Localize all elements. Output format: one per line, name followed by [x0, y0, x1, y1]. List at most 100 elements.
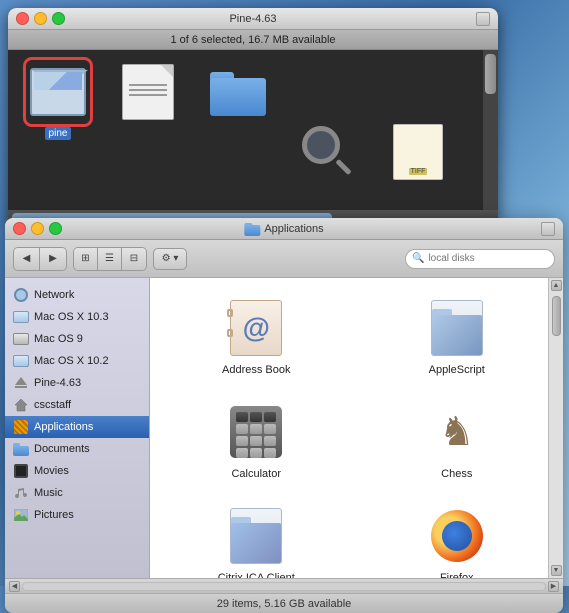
apps-folder-icon [13, 419, 29, 435]
pine-email-label: pine [45, 127, 72, 140]
tiff-badge: TIFF [409, 168, 428, 175]
finder-minimize-button[interactable] [31, 222, 44, 235]
app-grid: @ Address Book AppleScript [150, 278, 563, 578]
book-ring-1 [227, 309, 233, 317]
pine-tiff-icon-wrapper: TIFF [386, 120, 450, 184]
pine-search-icon-wrapper [296, 120, 360, 184]
pine-content-area: pine [8, 50, 498, 210]
list-view-button[interactable]: ☰ [98, 248, 122, 270]
citrix-icon-area [224, 504, 288, 568]
sidebar-item-macos9[interactable]: Mac OS 9 [5, 328, 149, 350]
ascript-folder-body [432, 315, 482, 355]
pine-collapse-icon[interactable] [476, 12, 490, 26]
pine-item-email[interactable]: pine [18, 60, 98, 140]
sidebar-item-cscstaff[interactable]: cscstaff [5, 394, 149, 416]
scroll-left-arrow[interactable]: ◀ [9, 581, 20, 592]
applescript-label: AppleScript [429, 364, 485, 376]
firefox-icon-area [425, 504, 489, 568]
back-button[interactable]: ◀ [14, 248, 40, 270]
magnify-icon [302, 126, 354, 178]
citrix-label: Citrix ICA Client [218, 572, 295, 578]
home-icon [13, 397, 29, 413]
sidebar-item-network[interactable]: Network [5, 284, 149, 306]
search-handle [335, 159, 351, 175]
pine-doc-icon-wrapper [116, 60, 180, 124]
chess-label: Chess [441, 468, 472, 480]
minimize-button[interactable] [34, 12, 47, 25]
sidebar-item-documents[interactable]: Documents [5, 438, 149, 460]
apps-icon [14, 420, 28, 434]
search-input[interactable] [428, 253, 548, 264]
finder-titlebar: Applications [5, 218, 563, 240]
sidebar-item-macosx103[interactable]: Mac OS X 10.3 [5, 306, 149, 328]
calculator-icon [230, 406, 282, 458]
close-button[interactable] [16, 12, 29, 25]
pine-item-search[interactable] [288, 120, 368, 184]
pine-titlebar: Pine-4.63 [8, 8, 498, 30]
sidebar-item-macosx102[interactable]: Mac OS X 10.2 [5, 350, 149, 372]
sidebar-item-applications[interactable]: Applications [5, 416, 149, 438]
network-icon [13, 287, 29, 303]
finder-traffic-lights [13, 222, 62, 235]
h-scroll-track[interactable] [22, 582, 546, 591]
sidebar-item-pictures[interactable]: Pictures [5, 504, 149, 526]
scroll-right-arrow[interactable]: ▶ [548, 581, 559, 592]
addressbook-icon: @ [230, 300, 282, 356]
forward-button[interactable]: ▶ [40, 248, 66, 270]
pine-item-folder[interactable] [198, 60, 278, 124]
finder-collapse-icon[interactable] [541, 222, 555, 236]
document-icon [122, 64, 174, 120]
app-item-calculator[interactable]: Calculator [160, 392, 353, 488]
column-view-button[interactable]: ⊟ [122, 248, 146, 270]
app-item-citrix[interactable]: Citrix ICA Client [160, 496, 353, 578]
tiff-icon: TIFF [393, 124, 443, 180]
pine-vertical-scrollbar[interactable] [483, 50, 498, 210]
pine-item-tiff[interactable]: TIFF [378, 120, 458, 184]
content-area: @ Address Book AppleScript [150, 278, 563, 578]
applescript-icon [431, 300, 483, 356]
calculator-label: Calculator [231, 468, 281, 480]
document-lines [129, 81, 167, 99]
search-circle [302, 126, 340, 164]
action-button[interactable]: ⚙ ▾ [153, 248, 187, 270]
finder-window-title: Applications [264, 223, 323, 235]
scroll-down-arrow[interactable]: ▼ [551, 565, 562, 576]
firefox-label: Firefox [440, 572, 474, 578]
icon-view-button[interactable]: ⊞ [74, 248, 98, 270]
pine-folder-icon-wrapper [206, 60, 270, 124]
pine-window-title: Pine-4.63 [229, 13, 276, 25]
addressbook-label: Address Book [222, 364, 290, 376]
disk-icon2 [13, 333, 29, 345]
house-svg [14, 398, 28, 412]
globe-icon [14, 288, 28, 302]
finder-window: Applications ◀ ▶ ⊞ ☰ ⊟ ⚙ ▾ 🔍 [5, 218, 563, 613]
finder-close-button[interactable] [13, 222, 26, 235]
sidebar-item-movies[interactable]: Movies [5, 460, 149, 482]
zoom-button[interactable] [52, 12, 65, 25]
note-svg [15, 486, 27, 500]
sidebar-item-music[interactable]: Music [5, 482, 149, 504]
app-item-addressbook[interactable]: @ Address Book [160, 288, 353, 384]
pine-item-doc[interactable] [108, 60, 188, 124]
app-item-applescript[interactable]: AppleScript [361, 288, 554, 384]
music-icon [13, 485, 29, 501]
finder-zoom-button[interactable] [49, 222, 62, 235]
scroll-thumb[interactable] [552, 296, 561, 336]
sidebar-item-pine[interactable]: Pine-4.63 [5, 372, 149, 394]
sidebar: Network Mac OS X 10.3 Mac OS 9 [5, 278, 150, 578]
scroll-up-arrow[interactable]: ▲ [551, 280, 562, 291]
addressbook-icon-area: @ [224, 296, 288, 360]
citrix-icon [230, 508, 282, 564]
pine-status-bar: 1 of 6 selected, 16.7 MB available [8, 30, 498, 50]
content-vertical-scrollbar[interactable]: ▲ ▼ [548, 278, 563, 578]
search-box[interactable]: 🔍 [405, 249, 555, 269]
pictures-icon [13, 507, 29, 523]
firefox-globe [442, 521, 472, 551]
finder-body: Network Mac OS X 10.3 Mac OS 9 [5, 278, 563, 578]
scroll-track[interactable] [551, 291, 562, 565]
pine-scroll-thumb[interactable] [485, 54, 496, 94]
app-item-chess[interactable]: ♞ Chess [361, 392, 554, 488]
search-magnify-icon: 🔍 [412, 253, 424, 264]
pine-email-icon-wrapper [26, 60, 90, 124]
app-item-firefox[interactable]: Firefox [361, 496, 554, 578]
